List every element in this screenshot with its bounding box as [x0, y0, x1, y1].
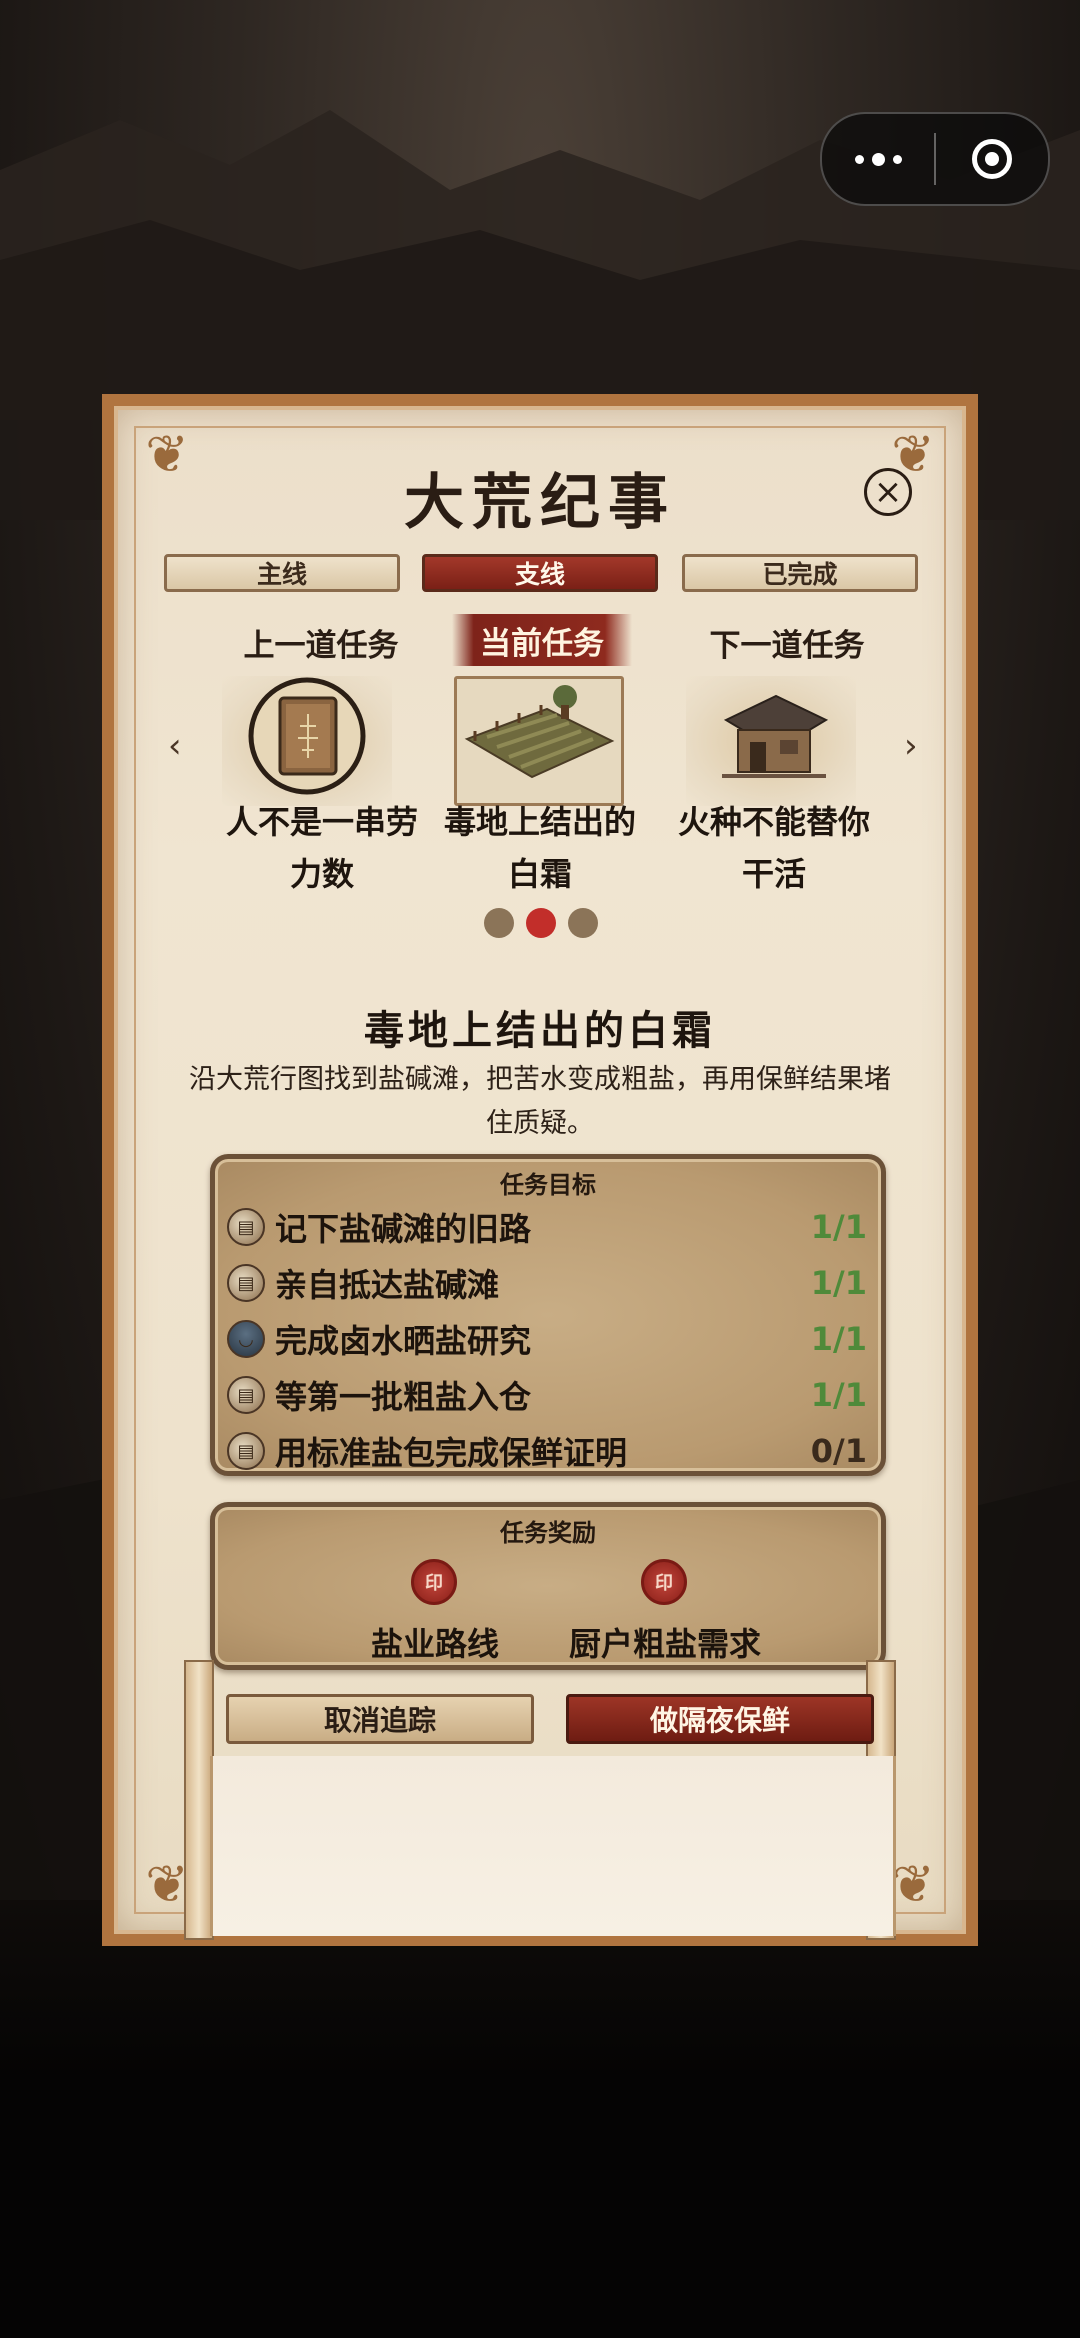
target-circle-icon[interactable] — [936, 139, 1048, 179]
objective-text: 完成卤水晒盐研究 — [275, 1322, 532, 1360]
book-icon — [248, 677, 366, 795]
salt-field-icon — [457, 679, 621, 803]
objective-text: 亲自抵达盐碱滩 — [275, 1266, 500, 1304]
next-task-thumbnail[interactable] — [686, 676, 856, 806]
close-icon: × — [873, 472, 903, 512]
close-button[interactable]: × — [864, 468, 912, 516]
tab-side[interactable]: 支线 — [422, 554, 658, 592]
rewards-box: 任务奖励 印 印 盐业路线 厨户粗盐需求 — [210, 1502, 886, 1670]
current-task-thumbnail[interactable] — [454, 676, 624, 806]
page-dot-active[interactable] — [526, 908, 556, 938]
next-arrow-icon[interactable]: › — [904, 726, 918, 766]
page-dot[interactable] — [484, 908, 514, 938]
objective-progress: 1/1 — [810, 1264, 867, 1302]
quest-description: 沿大荒行图找到盐碱滩，把苦水变成粗盐，再用保鲜结果堵住质疑。 — [189, 1064, 891, 1139]
objective-progress: 1/1 — [810, 1208, 867, 1246]
prev-task-thumbnail[interactable] — [222, 676, 392, 806]
tab-main[interactable]: 主线 — [164, 554, 400, 592]
dark-bottom — [0, 1900, 1080, 2338]
objective-row: ◡ 完成卤水晒盐研究 1/1 — [227, 1313, 867, 1365]
scroll-icon: ▤ — [227, 1264, 265, 1302]
objective-progress: 0/1 — [810, 1432, 867, 1470]
seal-icon[interactable]: 印 — [411, 1559, 457, 1605]
objective-text: 等第一批粗盐入仓 — [275, 1378, 532, 1416]
objective-row: ▤ 记下盐碱滩的旧路 1/1 — [227, 1201, 867, 1253]
scroll-icon: ▤ — [227, 1376, 265, 1414]
scroll-icon: ▤ — [227, 1432, 265, 1470]
current-task-name: 毒地上结出的白霜 — [443, 803, 636, 893]
house-icon — [722, 694, 829, 778]
seal-icon[interactable]: 印 — [641, 1559, 687, 1605]
objectives-box: 任务目标 ▤ 记下盐碱滩的旧路 1/1 ▤ 亲自抵达盐碱滩 1/1 ◡ 完成卤水… — [210, 1154, 886, 1476]
reward-name: 厨户粗盐需求 — [568, 1625, 761, 1663]
overnight-preserve-button[interactable]: 做隔夜保鲜 — [566, 1694, 874, 1744]
reward-name: 盐业路线 — [370, 1625, 499, 1663]
more-dots-icon[interactable] — [822, 152, 934, 166]
next-task-label: 下一道任务 — [709, 628, 865, 664]
objectives-title: 任务目标 — [500, 1171, 596, 1199]
objective-progress: 1/1 — [810, 1376, 867, 1414]
prev-task-name: 人不是一串劳力数 — [225, 803, 418, 893]
page-dot[interactable] — [568, 908, 598, 938]
prev-arrow-icon[interactable]: ‹ — [168, 726, 182, 766]
quest-title: 毒地上结出的白霜 — [364, 1007, 716, 1054]
mini-program-capsule — [820, 112, 1050, 206]
objective-row: ▤ 亲自抵达盐碱滩 1/1 — [227, 1257, 867, 1309]
panel-title: 大荒纪事 — [404, 468, 676, 538]
rewards-title: 任务奖励 — [500, 1519, 596, 1547]
objective-text: 用标准盐包完成保鲜证明 — [275, 1434, 628, 1472]
objective-row: ▤ 等第一批粗盐入仓 1/1 — [227, 1369, 867, 1421]
quest-panel: ❦ ❦ ❦ ❦ 大荒纪事 × 主线 支线 已完成 ‹ › 上一道任务 当前任务 … — [102, 394, 978, 1946]
prev-task-label: 上一道任务 — [243, 628, 399, 664]
next-task-name: 火种不能替你干活 — [677, 803, 870, 893]
bowl-icon: ◡ — [227, 1320, 265, 1358]
tab-completed[interactable]: 已完成 — [682, 554, 918, 592]
scroll-icon: ▤ — [227, 1208, 265, 1246]
empty-scroll-area — [210, 1756, 896, 1936]
current-task-label: 当前任务 — [452, 614, 632, 666]
objective-progress: 1/1 — [810, 1320, 867, 1358]
cancel-tracking-button[interactable]: 取消追踪 — [226, 1694, 534, 1744]
objective-text: 记下盐碱滩的旧路 — [275, 1210, 532, 1248]
objective-row: ▤ 用标准盐包完成保鲜证明 0/1 — [227, 1425, 867, 1477]
